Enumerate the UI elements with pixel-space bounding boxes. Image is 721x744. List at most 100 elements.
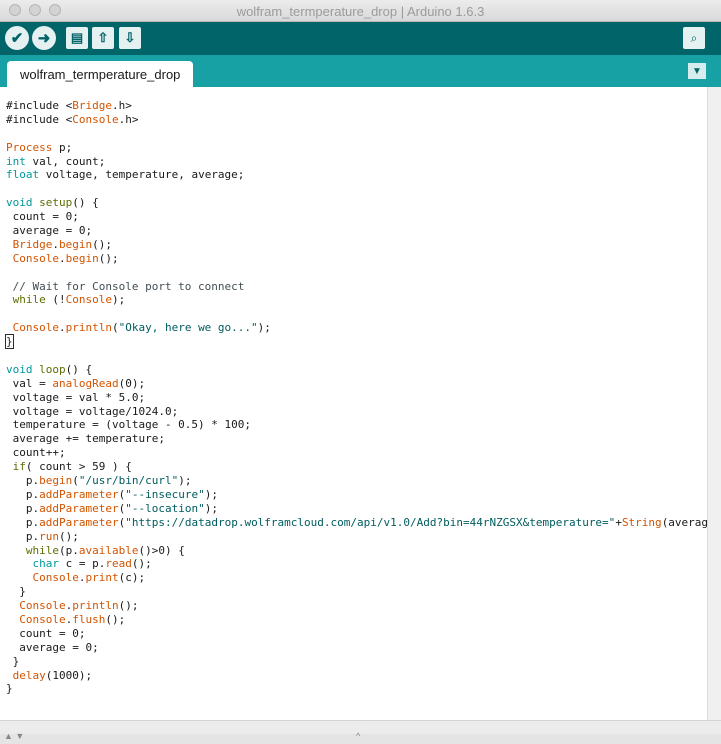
code-text[interactable]: #include <Bridge.h> #include <Console.h> …: [5, 99, 707, 696]
code-token: voltage = voltage/1024.0;: [6, 404, 179, 418]
code-line[interactable]: average += temperature;: [6, 432, 707, 446]
code-line[interactable]: [6, 127, 707, 141]
code-token: begin: [65, 251, 99, 265]
arrow-down-icon: ⇩: [124, 30, 136, 45]
code-line[interactable]: p.addParameter("--location");: [6, 502, 707, 516]
code-token: addParameter: [39, 501, 119, 515]
code-token: while: [12, 293, 46, 307]
code-token: ();: [131, 557, 152, 571]
code-token: count = 0;: [6, 210, 79, 224]
code-line[interactable]: temperature = (voltage - 0.5) * 100;: [6, 418, 707, 432]
code-line[interactable]: while (!Console);: [6, 293, 707, 307]
code-line[interactable]: Process p;: [6, 141, 707, 155]
code-line[interactable]: count++;: [6, 446, 707, 460]
code-token: begin: [39, 474, 73, 488]
code-line[interactable]: }: [6, 655, 707, 669]
code-line[interactable]: delay(1000);: [6, 669, 707, 683]
triangle-down-icon: ▼: [692, 65, 702, 77]
code-token: average += temperature;: [6, 432, 165, 446]
code-token: }: [5, 334, 14, 350]
code-line[interactable]: #include <Console.h>: [6, 113, 707, 127]
code-token: }: [6, 682, 13, 696]
code-line[interactable]: voltage = val * 5.0;: [6, 391, 707, 405]
code-line[interactable]: voltage = voltage/1024.0;: [6, 405, 707, 419]
code-line[interactable]: p.addParameter("https://datadrop.wolfram…: [6, 516, 707, 530]
code-token: val =: [6, 376, 53, 390]
scroll-arrows-icon[interactable]: ▲ ▼: [4, 731, 24, 741]
code-line[interactable]: void loop() {: [6, 363, 707, 377]
resize-handle-icon[interactable]: ^: [356, 731, 360, 741]
code-token: println: [65, 321, 112, 335]
code-line[interactable]: [6, 182, 707, 196]
vertical-scrollbar[interactable]: [707, 87, 721, 720]
code-token: average = 0;: [6, 640, 99, 654]
code-line[interactable]: p.addParameter("--insecure");: [6, 488, 707, 502]
upload-button[interactable]: ➜: [32, 26, 56, 50]
code-line[interactable]: average = 0;: [6, 224, 707, 238]
code-token: p.: [6, 474, 40, 488]
window-title: wolfram_termperature_drop | Arduino 1.6.…: [236, 4, 485, 19]
code-token: "https://datadrop.wolframcloud.com/api/v…: [125, 515, 616, 529]
code-line[interactable]: }: [6, 682, 707, 696]
code-line[interactable]: if( count > 59 ) {: [6, 460, 707, 474]
tab-sketch[interactable]: wolfram_termperature_drop: [7, 61, 194, 87]
code-line[interactable]: p.begin("/usr/bin/curl");: [6, 474, 707, 488]
horizontal-scrollbar[interactable]: [0, 720, 721, 734]
code-line[interactable]: count = 0;: [6, 210, 707, 224]
code-line[interactable]: char c = p.read();: [6, 557, 707, 571]
code-line[interactable]: while(p.available()>0) {: [6, 544, 707, 558]
code-line[interactable]: Bridge.begin();: [6, 238, 707, 252]
code-token: .: [52, 237, 59, 251]
code-token: );: [257, 321, 271, 335]
code-editor[interactable]: #include <Bridge.h> #include <Console.h> …: [0, 87, 707, 720]
code-line[interactable]: Console.println();: [6, 599, 707, 613]
checkmark-icon: ✔: [10, 30, 24, 47]
code-line[interactable]: Console.print(c);: [6, 571, 707, 585]
tab-menu-button[interactable]: ▼: [688, 63, 706, 79]
code-token: );: [178, 474, 192, 488]
code-token: (: [111, 321, 119, 335]
code-token: voltage = val * 5.0;: [6, 390, 146, 404]
code-token: }: [6, 585, 26, 599]
code-token: count++;: [6, 446, 66, 460]
code-token: val, count;: [25, 154, 106, 168]
code-line[interactable]: void setup() {: [6, 196, 707, 210]
code-line[interactable]: Console.flush();: [6, 613, 707, 627]
save-sketch-button[interactable]: ⇩: [119, 27, 141, 49]
code-line[interactable]: float voltage, temperature, average;: [6, 168, 707, 182]
new-sketch-button[interactable]: ▤: [66, 27, 88, 49]
code-token: ( count > 59 ) {: [25, 460, 132, 474]
code-line[interactable]: }: [6, 585, 707, 599]
code-token: () {: [72, 196, 99, 210]
code-line[interactable]: Console.begin();: [6, 252, 707, 266]
code-line[interactable]: }: [5, 334, 707, 350]
code-line[interactable]: Console.println("Okay, here we go...");: [6, 321, 707, 335]
code-line[interactable]: val = analogRead(0);: [6, 377, 707, 391]
code-token: println: [72, 599, 119, 613]
code-line[interactable]: average = 0;: [6, 641, 707, 655]
code-token: (0);: [118, 376, 146, 390]
open-sketch-button[interactable]: ⇧: [92, 27, 114, 49]
code-line[interactable]: p.run();: [6, 530, 707, 544]
code-token: #include <: [6, 99, 73, 112]
serial-monitor-button[interactable]: ⌕: [683, 27, 705, 49]
code-token: "--location": [125, 501, 205, 515]
code-token: Bridge: [12, 237, 53, 251]
title-bar: wolfram_termperature_drop | Arduino 1.6.…: [0, 0, 721, 22]
code-line[interactable]: [6, 349, 707, 363]
code-line[interactable]: // Wait for Console port to connect: [6, 280, 707, 294]
verify-button[interactable]: ✔: [5, 26, 29, 50]
code-line[interactable]: [6, 307, 707, 321]
code-token: addParameter: [39, 487, 119, 501]
code-line[interactable]: count = 0;: [6, 627, 707, 641]
code-line[interactable]: [6, 266, 707, 280]
code-line[interactable]: int val, count;: [6, 155, 707, 169]
code-line[interactable]: #include <Bridge.h>: [6, 99, 707, 113]
arrow-up-icon: ⇧: [97, 30, 109, 45]
